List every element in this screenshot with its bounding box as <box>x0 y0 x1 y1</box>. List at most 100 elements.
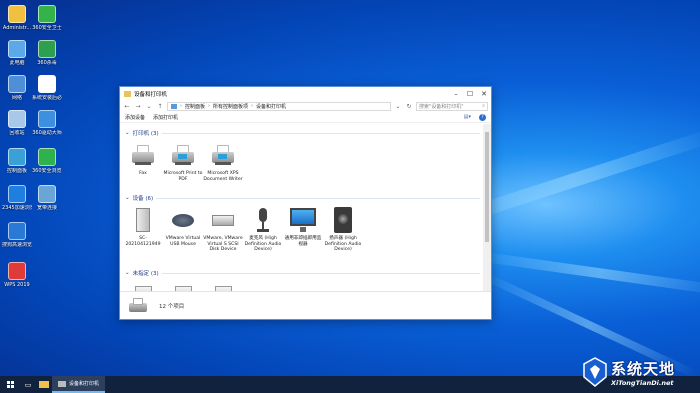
device-item[interactable]: 扬声器 (High Definition Audio Device) <box>323 206 363 253</box>
device-item[interactable]: SC-202104121949 <box>123 206 163 247</box>
printer-taskbar-icon <box>58 380 66 387</box>
desktop-icon-label: 2345加速浏览器 <box>2 205 32 211</box>
scrollbar-thumb[interactable] <box>485 132 489 242</box>
collapse-chevron-icon: ⌄ <box>125 270 130 276</box>
desktop-app-icon <box>38 185 56 203</box>
group-unspecified-header[interactable]: ⌄ 未指定 (3) <box>125 269 480 277</box>
desktop-icon-label: 控制面板 <box>6 168 27 174</box>
desktop-app-icon <box>8 222 26 240</box>
search-icon: ⌕ <box>482 103 485 109</box>
device-list: ⌄ 打印机 (3) Fax Microsoft Print to PDF Micro… <box>120 124 483 291</box>
item-count: 12 个项目 <box>159 303 185 310</box>
device-item[interactable]: VMware Virtual USB Mouse <box>163 206 203 247</box>
desktop-icon-label: 360安全浏览器 <box>32 168 62 174</box>
desktop-app-icon <box>8 262 26 280</box>
refresh-icon[interactable]: ↻ <box>405 102 413 111</box>
printer-label: Microsoft Print to PDF <box>163 171 203 182</box>
group-unspecified-label: 未指定 (3) <box>132 271 159 277</box>
printer-item[interactable]: Fax <box>123 141 163 177</box>
collapse-chevron-icon: ⌄ <box>125 195 130 201</box>
back-arrow-icon[interactable]: ← <box>123 102 131 111</box>
device-item[interactable]: 麦克风 (High Definition Audio Device) <box>243 206 283 253</box>
minimize-button[interactable]: – <box>449 87 463 100</box>
desktop-icon-label: 系统安装后必读.docx <box>32 95 62 101</box>
desktop-icon[interactable]: WPS 2019 <box>2 262 32 288</box>
group-printers-header[interactable]: ⌄ 打印机 (3) <box>125 129 480 137</box>
explorer-taskbar-icon[interactable] <box>36 376 52 393</box>
add-printer-button[interactable]: 添加打印机 <box>153 114 178 121</box>
taskbar-app-devices[interactable]: 设备和打印机 <box>52 376 106 393</box>
device-item[interactable]: 通用非即插即用监视器 <box>283 206 323 247</box>
start-button[interactable] <box>0 376 20 393</box>
address-dropdown-icon[interactable]: ⌄ <box>394 102 402 111</box>
desktop-icon[interactable]: 360杀毒 <box>32 40 62 66</box>
device-icon <box>328 206 358 234</box>
device-item[interactable]: VMware, VMware Virtual S SCSI Disk Devic… <box>203 206 243 253</box>
watermark-logo: 系统天地 XiTongTianDi.net <box>582 351 700 393</box>
desktop-icon[interactable]: 360驱动大师 <box>32 110 62 136</box>
printer-item[interactable]: Microsoft Print to PDF <box>163 141 203 182</box>
device-label: SC-202104121949 <box>125 236 161 247</box>
desktop-icon[interactable]: 回收站 <box>2 110 32 136</box>
desktop-app-icon <box>38 148 56 166</box>
desktop-icon[interactable]: 2345加速浏览器 <box>2 185 32 211</box>
desktop-icon[interactable]: 系统安装后必读.docx <box>32 75 62 101</box>
device-label: VMware, VMware Virtual S SCSI Disk Devic… <box>203 236 243 253</box>
forward-arrow-icon[interactable]: → <box>134 102 142 111</box>
desktop-app-icon <box>38 110 56 128</box>
window-folder-icon <box>124 90 131 97</box>
task-view-icon[interactable]: ▭ <box>20 376 36 393</box>
watermark-en: XiTongTianDi.net <box>611 378 674 387</box>
device-icon <box>288 206 318 234</box>
view-options-icon[interactable]: ▤▾ <box>464 114 471 120</box>
desktop-icon[interactable]: Administr... <box>2 5 32 31</box>
group-printers-label: 打印机 (3) <box>132 131 159 137</box>
unspecified-device[interactable] <box>163 282 203 291</box>
desktop-icon[interactable]: 360安全卫士 <box>32 5 62 31</box>
window-title: 设备和打印机 <box>134 91 168 98</box>
desktop-app-icon <box>8 40 26 58</box>
breadcrumb-control-panel[interactable]: 控制面板 <box>185 103 205 110</box>
address-bar[interactable]: › 控制面板 › 所有控制面板项 › 设备和打印机 <box>167 101 391 111</box>
up-arrow-icon[interactable]: ↑ <box>156 102 164 111</box>
unspecified-device[interactable] <box>123 282 163 291</box>
add-device-button[interactable]: 添加设备 <box>125 114 145 121</box>
device-label: VMware Virtual USB Mouse <box>165 236 201 247</box>
group-devices-label: 设备 (6) <box>132 196 154 202</box>
taskbar-app-label: 设备和打印机 <box>69 381 100 387</box>
search-box[interactable]: 搜索"设备和打印机" ⌕ <box>416 101 488 111</box>
breadcrumb-all-items[interactable]: 所有控制面板项 <box>213 103 248 110</box>
desktop-icon-label: 360驱动大师 <box>32 130 62 136</box>
collapse-chevron-icon: ⌄ <box>125 130 130 136</box>
desktop-icon-label: 回收站 <box>9 130 25 136</box>
desktop-icon[interactable]: 宽带连接 <box>32 185 62 211</box>
printer-icon <box>168 141 198 169</box>
desktop-icon-label: 网络 <box>11 95 22 101</box>
desktop-app-icon <box>8 185 26 203</box>
printer-status-icon <box>127 295 149 317</box>
group-devices-header[interactable]: ⌄ 设备 (6) <box>125 194 480 202</box>
vertical-scrollbar[interactable] <box>483 124 491 291</box>
help-icon[interactable]: ? <box>479 113 486 121</box>
device-icon <box>168 206 198 234</box>
unspecified-device[interactable] <box>203 282 243 291</box>
desktop-app-icon <box>8 148 26 166</box>
command-bar: 添加设备 添加打印机 ▤▾ ? <box>120 112 491 123</box>
maximize-button[interactable]: ☐ <box>463 87 477 100</box>
desktop-icon[interactable]: 360安全浏览器 <box>32 148 62 174</box>
desktop-icon[interactable]: 控制面板 <box>2 148 32 174</box>
desktop-icon[interactable]: 此电脑 <box>2 40 32 66</box>
desktop-icon[interactable]: 网络 <box>2 75 32 101</box>
desktop-app-icon <box>38 5 56 23</box>
device-icon <box>208 206 238 234</box>
device-label: 通用非即插即用监视器 <box>284 236 322 247</box>
breadcrumb-devices[interactable]: 设备和打印机 <box>256 103 286 110</box>
windows-logo-icon <box>6 381 14 388</box>
desktop-icon-label: 360杀毒 <box>37 60 57 66</box>
desktop-icon[interactable]: 搜狗高速浏览器 <box>2 222 32 248</box>
printer-item[interactable]: Microsoft XPS Document Writer <box>203 141 243 182</box>
recent-chevron-icon[interactable]: ⌄ <box>145 102 153 111</box>
printer-label: Fax <box>139 171 147 176</box>
printer-icon <box>128 141 158 169</box>
close-button[interactable]: ✕ <box>477 87 491 100</box>
